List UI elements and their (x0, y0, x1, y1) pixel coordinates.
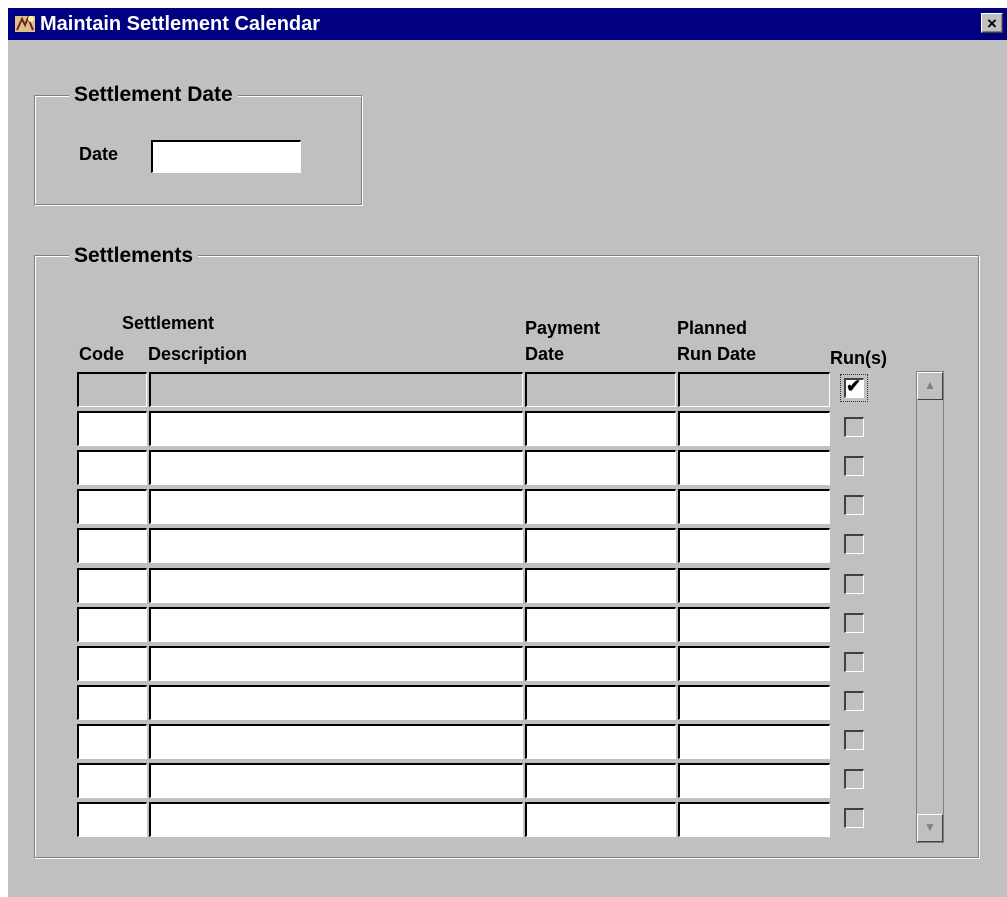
code-input[interactable] (77, 607, 147, 642)
settlement-calendar-window: Maintain Settlement Calendar × Settlemen… (8, 8, 1007, 897)
planned-run-date-input[interactable] (678, 489, 830, 524)
planned-run-date-input[interactable] (678, 607, 830, 642)
date-label: Date (79, 144, 119, 164)
close-button[interactable]: × (981, 13, 1003, 33)
payment-date-input[interactable] (525, 450, 676, 485)
header-run-date: Run Date (677, 344, 757, 364)
description-input[interactable] (149, 724, 523, 759)
planned-run-date-input[interactable] (678, 646, 830, 681)
window-top-edge (0, 0, 1007, 8)
app-icon (15, 15, 35, 32)
planned-run-date-input[interactable] (678, 763, 830, 798)
run-checkbox[interactable] (844, 808, 864, 828)
settlement-date-groupbox: Settlement Date Date (34, 83, 362, 205)
header-planned: Planned (677, 318, 748, 338)
code-input[interactable] (77, 528, 147, 563)
planned-run-date-input[interactable] (678, 528, 830, 563)
planned-run-date-input[interactable] (678, 802, 830, 837)
description-input[interactable] (149, 528, 523, 563)
code-input[interactable] (77, 724, 147, 759)
description-input[interactable] (149, 763, 523, 798)
payment-date-input[interactable] (525, 489, 676, 524)
run-checkbox[interactable] (844, 613, 864, 633)
payment-date-input[interactable] (525, 802, 676, 837)
run-checkbox[interactable] (844, 574, 864, 594)
title-bar[interactable]: Maintain Settlement Calendar × (8, 8, 1007, 40)
description-input[interactable] (149, 372, 523, 407)
code-input[interactable] (77, 489, 147, 524)
run-checkbox[interactable] (844, 495, 864, 515)
run-checkbox[interactable] (844, 730, 864, 750)
payment-date-input[interactable] (525, 763, 676, 798)
vertical-scrollbar[interactable]: ▲ ▼ (916, 371, 944, 843)
code-input[interactable] (77, 411, 147, 446)
settlements-groupbox: Settlements Settlement Code Description … (34, 244, 979, 858)
description-input[interactable] (149, 411, 523, 446)
window-left-edge (0, 0, 8, 897)
run-checkbox[interactable] (844, 691, 864, 711)
payment-date-input[interactable] (525, 724, 676, 759)
payment-date-input[interactable] (525, 607, 676, 642)
run-checkbox[interactable] (844, 534, 864, 554)
code-input[interactable] (77, 450, 147, 485)
description-input[interactable] (149, 568, 523, 603)
code-input[interactable] (77, 372, 147, 407)
header-code: Code (79, 344, 124, 364)
header-payment: Payment (525, 318, 601, 338)
header-payment-date: Date (525, 344, 565, 364)
code-input[interactable] (77, 802, 147, 837)
payment-date-input[interactable] (525, 411, 676, 446)
code-input[interactable] (77, 763, 147, 798)
payment-date-input[interactable] (525, 372, 676, 407)
planned-run-date-input[interactable] (678, 724, 830, 759)
planned-run-date-input[interactable] (678, 450, 830, 485)
payment-date-input[interactable] (525, 528, 676, 563)
code-input[interactable] (77, 568, 147, 603)
code-input[interactable] (77, 646, 147, 681)
payment-date-input[interactable] (525, 685, 676, 720)
window-title: Maintain Settlement Calendar (40, 13, 321, 35)
description-input[interactable] (149, 802, 523, 837)
planned-run-date-input[interactable] (678, 411, 830, 446)
payment-date-input[interactable] (525, 646, 676, 681)
triangle-down-icon: ▼ (924, 820, 936, 834)
header-settlement: Settlement (122, 313, 215, 333)
planned-run-date-input[interactable] (678, 685, 830, 720)
description-input[interactable] (149, 646, 523, 681)
description-input[interactable] (149, 607, 523, 642)
description-input[interactable] (149, 685, 523, 720)
description-input[interactable] (149, 450, 523, 485)
run-checkbox[interactable] (844, 417, 864, 437)
description-input[interactable] (149, 489, 523, 524)
date-input[interactable] (151, 140, 301, 173)
code-input[interactable] (77, 685, 147, 720)
scroll-up-button[interactable]: ▲ (917, 372, 943, 400)
run-checkbox[interactable]: ✔ (844, 376, 864, 398)
planned-run-date-input[interactable] (678, 372, 830, 407)
scroll-down-button[interactable]: ▼ (917, 814, 943, 842)
checkmark-icon: ✔ (846, 376, 862, 396)
planned-run-date-input[interactable] (678, 568, 830, 603)
settlements-title: Settlements (69, 244, 199, 268)
settlement-date-title: Settlement Date (69, 83, 238, 107)
header-description: Description (148, 344, 248, 364)
run-checkbox[interactable] (844, 769, 864, 789)
run-checkbox[interactable] (844, 456, 864, 476)
triangle-up-icon: ▲ (924, 378, 936, 392)
run-checkbox[interactable] (844, 652, 864, 672)
header-runs: Run(s) (830, 348, 887, 368)
payment-date-input[interactable] (525, 568, 676, 603)
